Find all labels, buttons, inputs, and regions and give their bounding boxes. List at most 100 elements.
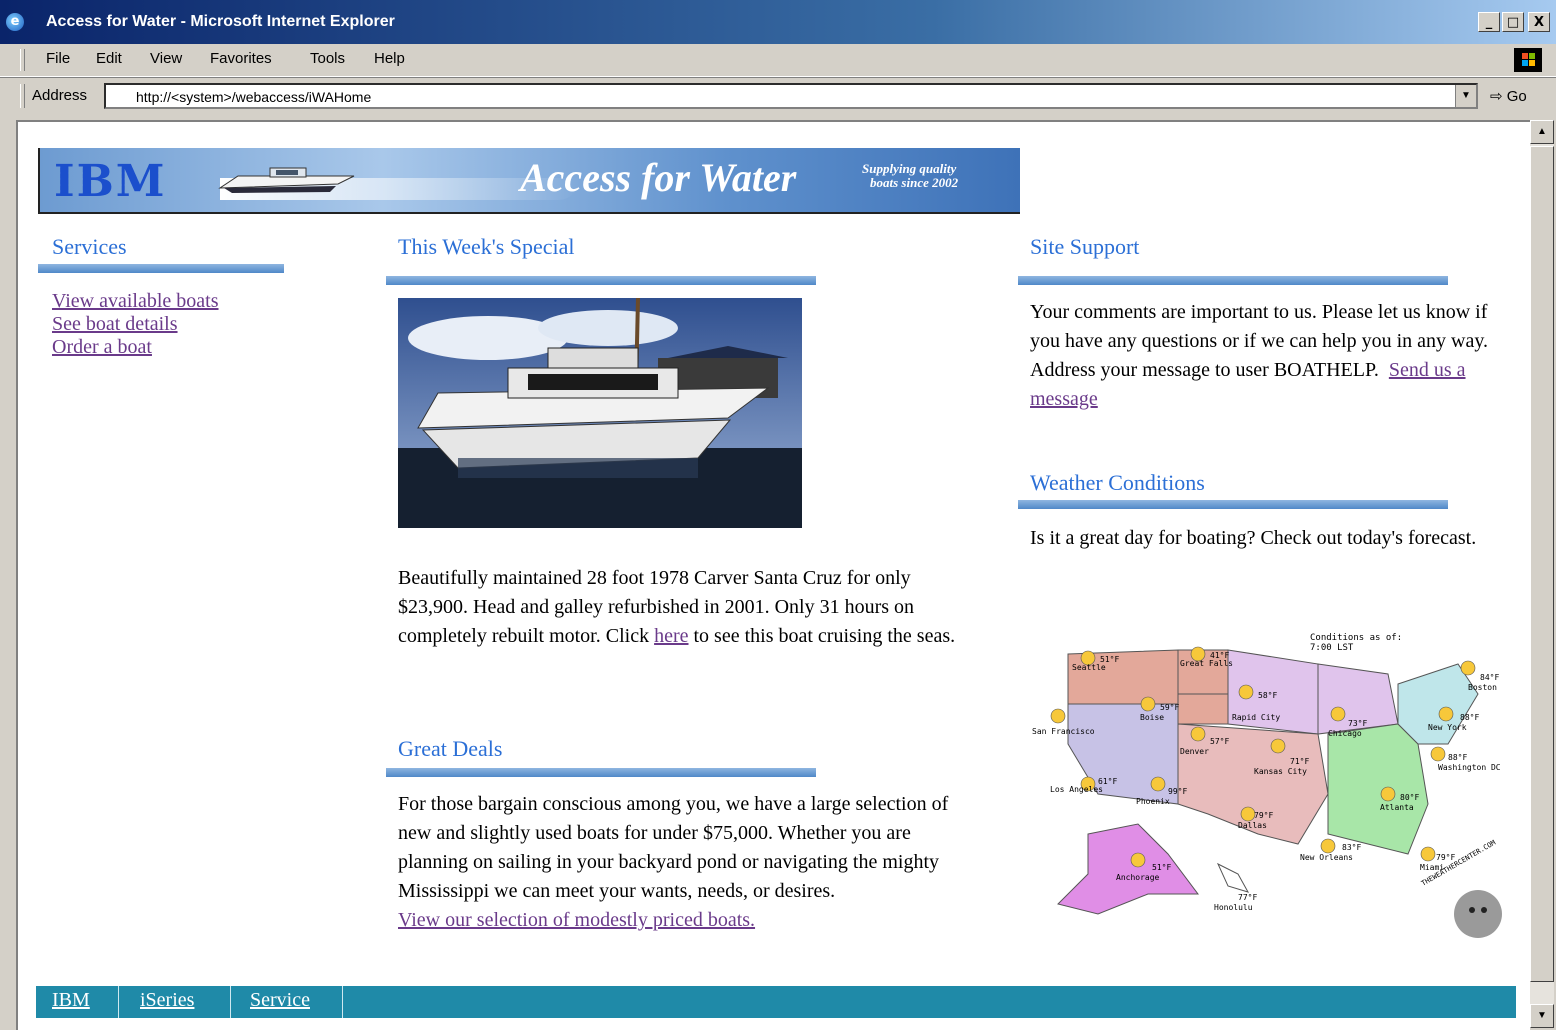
see-boat-details-link[interactable]: See boat details (52, 313, 219, 336)
view-available-boats-link[interactable]: View available boats (52, 290, 219, 313)
weather-heading: Weather Conditions (1030, 470, 1205, 495)
temp-miami: 79°F (1436, 853, 1455, 862)
temp-phoenix: 99°F (1168, 787, 1187, 796)
window-title: Access for Water - Microsoft Internet Ex… (46, 13, 395, 30)
support-description: Your comments are important to us. Pleas… (1030, 298, 1510, 414)
windows-logo-icon (1514, 48, 1542, 72)
city-anchorage: Anchorage (1116, 873, 1160, 882)
city-kansas-city: Kansas City (1254, 767, 1307, 776)
toolbar-grip (20, 84, 25, 108)
temp-chicago: 73°F (1348, 719, 1367, 728)
menu-view[interactable]: View (150, 50, 182, 67)
temp-boise: 59°F (1160, 703, 1179, 712)
city-boston: Boston (1468, 683, 1497, 692)
weather-description: Is it a great day for boating? Check out… (1030, 527, 1477, 549)
weather-divider (1018, 500, 1448, 509)
address-dropdown-button[interactable]: ▼ (1455, 85, 1476, 107)
city-rapid-city: Rapid City (1232, 713, 1280, 722)
temp-boston: 84°F (1480, 673, 1499, 682)
temp-dallas: 79°F (1254, 811, 1273, 820)
footer-separator (230, 986, 231, 1018)
city-san-francisco: San Francisco (1032, 727, 1095, 736)
go-label: Go (1506, 88, 1527, 105)
address-bar: Address http://<system>/webaccess/iWAHom… (0, 77, 1556, 116)
city-atlanta: Atlanta (1380, 803, 1414, 812)
title-bar: e Access for Water - Microsoft Internet … (0, 0, 1556, 44)
page-viewport: IBM Access for Water Supplying quality b… (16, 120, 1530, 1030)
map-caption-1: Conditions as of: (1310, 633, 1402, 643)
menu-tools[interactable]: Tools (310, 50, 345, 67)
temp-los-angeles: 61°F (1098, 777, 1117, 786)
menu-favorites[interactable]: Favorites (210, 50, 272, 67)
footer-iseries-link[interactable]: iSeries (140, 989, 194, 1012)
city-new-york: New York (1428, 723, 1467, 732)
close-button[interactable]: X (1528, 12, 1550, 32)
go-button[interactable]: ⇨ Go (1490, 87, 1527, 105)
services-heading: Services (52, 234, 127, 259)
city-chicago: Chicago (1328, 729, 1362, 738)
temp-seattle: 51°F (1100, 655, 1119, 664)
weather-map[interactable]: Conditions as of: 7:00 LST Seattle 51°F … (1028, 624, 1518, 944)
temp-rapid-city: 58°F (1258, 691, 1277, 700)
footer-bar: IBM iSeries Service (36, 986, 1516, 1018)
footer-separator (342, 986, 343, 1018)
go-arrow-icon: ⇨ (1490, 88, 1503, 105)
site-brand: Access for Water (520, 155, 797, 200)
footer-ibm-link[interactable]: IBM (52, 989, 90, 1012)
menu-file[interactable]: File (46, 50, 70, 67)
special-text-end: to see this boat cruising the seas. (688, 625, 956, 647)
minimize-button[interactable]: _ (1478, 12, 1500, 32)
footer-service-link[interactable]: Service (250, 989, 310, 1012)
city-washington-dc: Washington DC (1438, 763, 1501, 772)
menu-edit[interactable]: Edit (96, 50, 122, 67)
special-here-link[interactable]: here (654, 625, 688, 647)
city-los-angeles: Los Angeles (1050, 785, 1103, 794)
toolbar-grip (20, 49, 25, 71)
scroll-up-button[interactable]: ▲ (1530, 120, 1554, 144)
footer-separator (118, 986, 119, 1018)
city-phoenix: Phoenix (1136, 797, 1170, 806)
scroll-down-button[interactable]: ▼ (1530, 1004, 1554, 1028)
deals-text: For those bargain conscious among you, w… (398, 793, 949, 902)
cat-mascot-icon (1454, 890, 1502, 938)
modestly-priced-boats-link[interactable]: View our selection of modestly priced bo… (398, 909, 755, 931)
city-dallas: Dallas (1238, 821, 1267, 830)
temp-denver: 57°F (1210, 737, 1229, 746)
temp-kansas-city: 71°F (1290, 757, 1309, 766)
support-divider (1018, 276, 1448, 285)
order-a-boat-link[interactable]: Order a boat (52, 336, 219, 359)
city-seattle: Seattle (1072, 663, 1106, 672)
deals-divider (386, 768, 816, 777)
address-label: Address (32, 87, 88, 104)
scroll-thumb[interactable] (1530, 146, 1554, 982)
tagline-line-2: boats since 2002 (870, 175, 959, 190)
temp-atlanta: 80°F (1400, 793, 1419, 802)
menu-help[interactable]: Help (374, 50, 405, 67)
special-description: Beautifully maintained 28 foot 1978 Carv… (398, 564, 958, 651)
temp-new-york: 88°F (1460, 713, 1479, 722)
special-boat-photo (398, 298, 802, 528)
map-caption-2: 7:00 LST (1310, 643, 1354, 653)
special-heading: This Week's Special (398, 234, 575, 259)
city-new-orleans: New Orleans (1300, 853, 1353, 862)
city-honolulu: Honolulu (1214, 903, 1253, 912)
temp-honolulu: 77°F (1238, 893, 1257, 902)
temp-washington-dc: 88°F (1448, 753, 1467, 762)
special-divider (386, 276, 816, 285)
site-tagline: Supplying quality boats since 2002 (862, 162, 958, 190)
support-heading: Site Support (1030, 234, 1140, 259)
services-divider (38, 264, 284, 273)
boat-graphic-icon (218, 167, 355, 193)
temp-new-orleans: 83°F (1342, 843, 1361, 852)
ie-icon: e (6, 13, 24, 31)
deals-heading: Great Deals (398, 736, 503, 761)
city-great-falls: Great Falls (1180, 659, 1233, 668)
maximize-button[interactable]: □ (1502, 12, 1524, 32)
address-input[interactable]: http://<system>/webaccess/iWAHome ▼ (104, 83, 1478, 109)
address-url[interactable]: http://<system>/webaccess/iWAHome (136, 89, 371, 105)
temp-anchorage: 51°F (1152, 863, 1171, 872)
vertical-scrollbar[interactable]: ▲ ▼ (1530, 120, 1554, 1028)
deals-description: For those bargain conscious among you, w… (398, 790, 958, 935)
temp-great-falls: 41°F (1210, 651, 1229, 660)
menu-bar: File Edit View Favorites Tools Help (0, 44, 1556, 77)
